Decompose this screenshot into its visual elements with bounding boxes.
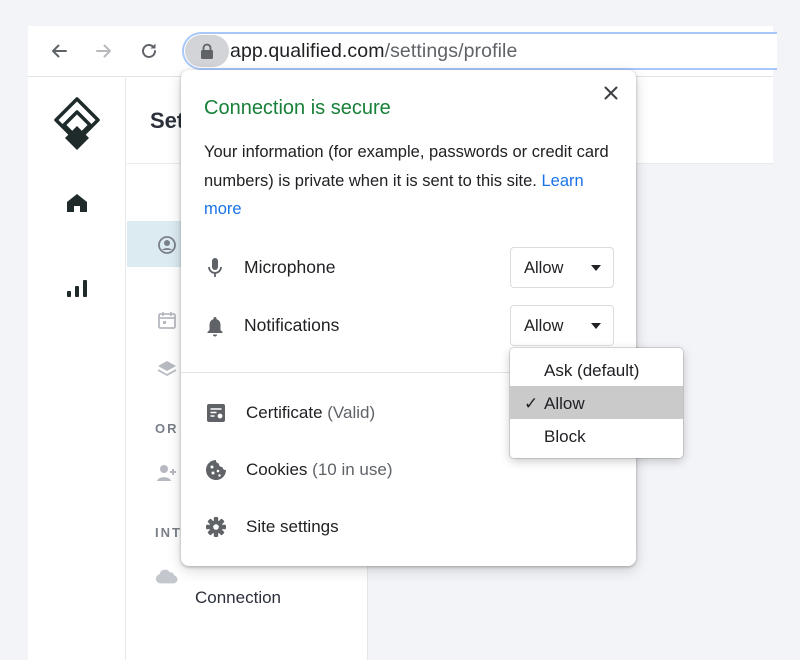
cookie-icon xyxy=(204,458,228,482)
menu-section-integrations: INT xyxy=(155,525,182,540)
chevron-down-icon xyxy=(591,323,601,329)
bar-chart-icon xyxy=(67,280,87,297)
microphone-icon xyxy=(204,256,226,280)
notifications-select[interactable]: Allow xyxy=(510,305,614,346)
microphone-select[interactable]: Allow xyxy=(510,247,614,288)
dropdown-option-label: Allow xyxy=(544,394,585,413)
address-bar[interactable]: app.qualified.com/settings/profile xyxy=(182,32,777,70)
site-settings-label: Site settings xyxy=(246,517,339,536)
reload-button[interactable] xyxy=(136,38,162,64)
certificate-label: Certificate (Valid) xyxy=(246,403,375,423)
forward-button[interactable] xyxy=(91,38,117,64)
dropdown-option-ask[interactable]: Ask (default) xyxy=(510,353,683,386)
profile-icon xyxy=(155,233,179,257)
notifications-label: Notifications xyxy=(244,315,340,335)
app-sidebar-rail xyxy=(28,78,126,660)
arrow-left-icon xyxy=(52,44,67,58)
reload-icon xyxy=(142,43,156,58)
qualified-logo-icon xyxy=(54,97,100,150)
certificate-icon xyxy=(204,401,228,425)
menu-section-org: OR xyxy=(155,421,179,436)
back-button[interactable] xyxy=(46,38,72,64)
connection-description: Your information (for example, passwords… xyxy=(204,138,624,224)
home-icon xyxy=(67,194,87,212)
rail-home[interactable] xyxy=(28,192,126,214)
connection-status-title: Connection is secure xyxy=(204,97,391,119)
cookies-text: Cookies xyxy=(246,460,308,479)
dropdown-option-label: Ask (default) xyxy=(544,361,640,380)
certificate-text: Certificate xyxy=(246,403,323,422)
url-text[interactable]: app.qualified.com/settings/profile xyxy=(230,34,517,68)
calendar-icon xyxy=(155,308,179,332)
menu-item-connection[interactable]: Connection xyxy=(195,588,281,608)
site-info-popup: Connection is secure Your information (f… xyxy=(181,70,636,566)
salesforce-cloud-icon xyxy=(155,564,179,588)
close-button[interactable] xyxy=(600,82,622,104)
dropdown-option-allow[interactable]: ✓ Allow xyxy=(510,386,683,419)
bell-icon xyxy=(204,314,226,338)
certificate-detail: (Valid) xyxy=(327,403,376,422)
microphone-select-value: Allow xyxy=(524,259,564,277)
cookies-label: Cookies (10 in use) xyxy=(246,460,392,480)
permission-microphone: Microphone Allow xyxy=(181,247,636,289)
page-title: Set xyxy=(150,108,185,133)
add-user-icon xyxy=(155,461,179,485)
url-path: /settings/profile xyxy=(384,40,518,62)
cookies-detail: (10 in use) xyxy=(312,460,393,479)
url-host: app.qualified.com xyxy=(230,40,385,62)
permission-notifications: Notifications Allow xyxy=(181,305,636,347)
close-icon xyxy=(604,86,618,100)
app-logo[interactable] xyxy=(28,96,126,150)
notifications-select-value: Allow xyxy=(524,317,564,335)
dropdown-option-block[interactable]: Block xyxy=(510,419,683,452)
checkmark-icon: ✓ xyxy=(524,394,539,413)
gear-icon xyxy=(204,515,228,539)
lock-icon xyxy=(201,43,213,59)
chevron-down-icon xyxy=(591,265,601,271)
microphone-label: Microphone xyxy=(244,257,336,277)
dropdown-option-label: Block xyxy=(544,427,586,446)
notifications-dropdown-menu: Ask (default) ✓ Allow Block xyxy=(510,348,683,458)
arrow-right-icon xyxy=(96,44,111,58)
site-info-button[interactable] xyxy=(185,35,229,67)
layers-icon xyxy=(155,357,179,381)
site-settings-row[interactable]: Site settings xyxy=(181,507,636,547)
rail-analytics[interactable] xyxy=(28,278,126,298)
